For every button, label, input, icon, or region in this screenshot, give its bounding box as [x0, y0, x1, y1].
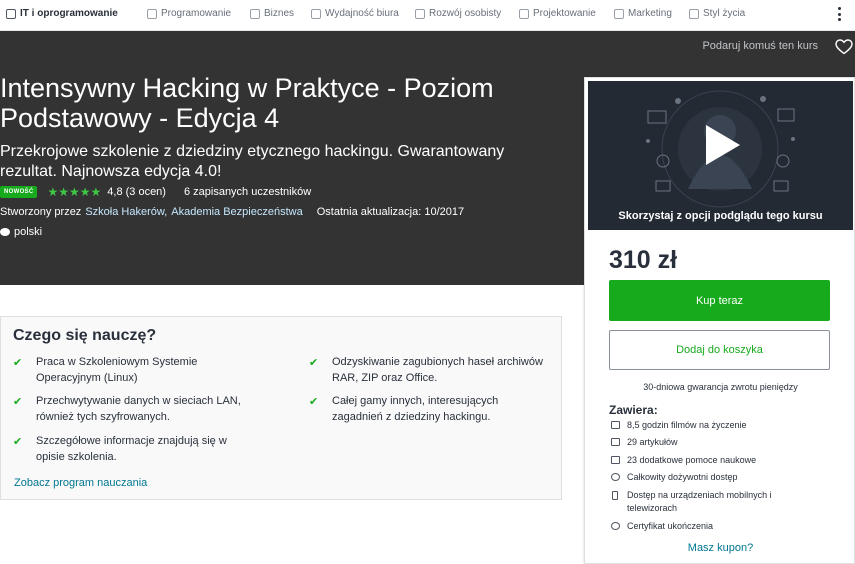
language-label: polski: [14, 226, 43, 238]
nav-item-label: Programowanie: [161, 8, 232, 19]
play-icon[interactable]: [706, 125, 740, 165]
add-to-cart-button[interactable]: Dodaj do koszyka: [609, 330, 830, 370]
nav-item-label: Wydajność biura: [325, 8, 399, 19]
coupon-link[interactable]: Masz kupon?: [585, 542, 855, 554]
code-icon: [147, 8, 157, 19]
nav-item-lifestyle[interactable]: Styl życia: [689, 8, 745, 19]
list-item: Certyfikat ukończenia: [609, 520, 809, 533]
nav-item-marketing[interactable]: Marketing: [614, 8, 672, 19]
nav-item-design[interactable]: Projektowanie: [519, 8, 596, 19]
more-menu-icon[interactable]: [837, 7, 841, 21]
resource-icon: [611, 456, 620, 464]
nav-item-business[interactable]: Biznes: [250, 8, 294, 19]
video-icon: [611, 421, 620, 429]
learn-item-text: Całej gamy innych, interesujących zagadn…: [332, 395, 499, 423]
list-item: 23 dodatkowe pomoce naukowe: [609, 454, 809, 467]
include-text: 29 artykułów: [627, 437, 678, 447]
include-text: Certyfikat ukończenia: [627, 521, 714, 531]
include-text: Dostęp na urządzeniach mobilnych i telew…: [627, 490, 772, 513]
include-text: 23 dodatkowe pomoce naukowe: [627, 455, 757, 465]
megaphone-icon: [614, 8, 624, 19]
list-item: ✔ Odzyskiwanie zagubionych haseł archiwó…: [309, 354, 549, 386]
category-icon: [6, 8, 16, 19]
nav-item-label: Projektowanie: [533, 8, 596, 19]
rating-stars-icon: ★★★★★: [47, 185, 102, 199]
purchase-card: Skorzystaj z opcji podglądu tego kursu 3…: [584, 77, 855, 564]
list-item: Dostęp na urządzeniach mobilnych i telew…: [609, 489, 809, 515]
check-icon: ✔: [13, 357, 23, 369]
list-item: Całkowity dożywotni dostęp: [609, 471, 809, 484]
course-preview-video[interactable]: Skorzystaj z opcji podglądu tego kursu: [588, 81, 853, 230]
nav-item-programming[interactable]: Programowanie: [147, 8, 231, 19]
chart-icon: [250, 8, 260, 19]
speech-bubble-icon: [0, 228, 10, 236]
growth-icon: [415, 8, 425, 19]
includes-title: Zawiera:: [609, 403, 658, 417]
lifestyle-icon: [689, 8, 699, 19]
preview-caption[interactable]: Skorzystaj z opcji podglądu tego kursu: [588, 210, 853, 222]
learn-item-text: Szczegółowe informacje znajdują się w op…: [36, 435, 227, 463]
nav-item-label: IT i oprogramowanie: [20, 8, 118, 19]
pencil-icon: [519, 8, 529, 19]
money-back-guarantee: 30-dniowa gwarancja zwrotu pieniędzy: [643, 382, 798, 392]
learn-item-text: Praca w Szkoleniowym Systemie Operacyjny…: [36, 356, 198, 384]
include-text: Całkowity dożywotni dostęp: [627, 472, 738, 482]
list-item: 8,5 godzin filmów na życzenie: [609, 419, 809, 432]
top-navigation: IT i oprogramowanie Programowanie Biznes…: [0, 0, 855, 31]
list-item: ✔ Szczegółowe informacje znajdują się w …: [13, 433, 253, 465]
article-icon: [611, 438, 620, 446]
nav-item-label: Biznes: [264, 8, 295, 19]
course-title: Intensywny Hacking w Praktyce - Poziom P…: [0, 73, 494, 133]
course-subtitle: Przekrojowe szkolenie z dziedziny etyczn…: [0, 143, 505, 180]
author-link-2[interactable]: Akademia Bezpieczeństwa: [171, 206, 302, 218]
list-item: ✔ Przechwytywanie danych w sieciach LAN,…: [13, 393, 253, 425]
certificate-icon: [611, 522, 620, 530]
nav-item-label: Marketing: [628, 8, 672, 19]
nav-item-label: Rozwój osobisty: [429, 8, 502, 19]
course-language: polski: [0, 226, 42, 238]
new-badge: NOWOŚĆ: [0, 186, 38, 198]
learn-item-text: Odzyskiwanie zagubionych haseł archiwów …: [332, 356, 543, 384]
rating-text[interactable]: 4,8 (3 ocen): [107, 186, 166, 198]
document-icon: [311, 8, 321, 19]
check-icon: ✔: [309, 396, 319, 408]
list-item: ✔ Praca w Szkoleniowym Systemie Operacyj…: [13, 354, 253, 386]
learn-item-text: Przechwytywanie danych w sieciach LAN, r…: [36, 395, 241, 423]
nav-item-office-productivity[interactable]: Wydajność biura: [311, 8, 399, 19]
list-item: ✔ Całej gamy innych, interesujących zaga…: [309, 393, 549, 425]
course-creator: Stworzony przez Szkoła Hakerów, Akademia…: [0, 206, 464, 218]
view-curriculum-link[interactable]: Zobacz program nauczania: [14, 477, 147, 489]
check-icon: ✔: [309, 357, 319, 369]
learn-title: Czego się nauczę?: [13, 327, 157, 344]
check-icon: ✔: [13, 436, 23, 448]
gift-course-link[interactable]: Podaruj komuś ten kurs: [702, 40, 818, 52]
check-icon: ✔: [13, 396, 23, 408]
buy-now-button[interactable]: Kup teraz: [609, 280, 830, 321]
wishlist-heart-icon[interactable]: [835, 39, 853, 55]
author-link-1[interactable]: Szkoła Hakerów,: [85, 206, 167, 218]
include-text: 8,5 godzin filmów na życzenie: [627, 420, 747, 430]
created-by-label: Stworzony przez: [0, 206, 82, 218]
nav-item-personal-development[interactable]: Rozwój osobisty: [415, 8, 501, 19]
infinity-icon: [611, 473, 620, 481]
last-updated: Ostatnia aktualizacja: 10/2017: [316, 206, 465, 218]
nav-item-it-software[interactable]: IT i oprogramowanie: [6, 8, 118, 19]
enrolled-students: 6 zapisanych uczestników: [183, 186, 312, 198]
course-stats: NOWOŚĆ ★★★★★ 4,8 (3 ocen) 6 zapisanych u…: [0, 185, 311, 199]
mobile-icon: [612, 491, 618, 500]
list-item: 29 artykułów: [609, 436, 809, 449]
what-you-will-learn: Czego się nauczę? ✔ Praca w Szkoleniowym…: [0, 316, 562, 500]
course-price: 310 zł: [609, 246, 678, 274]
nav-item-label: Styl życia: [703, 8, 746, 19]
